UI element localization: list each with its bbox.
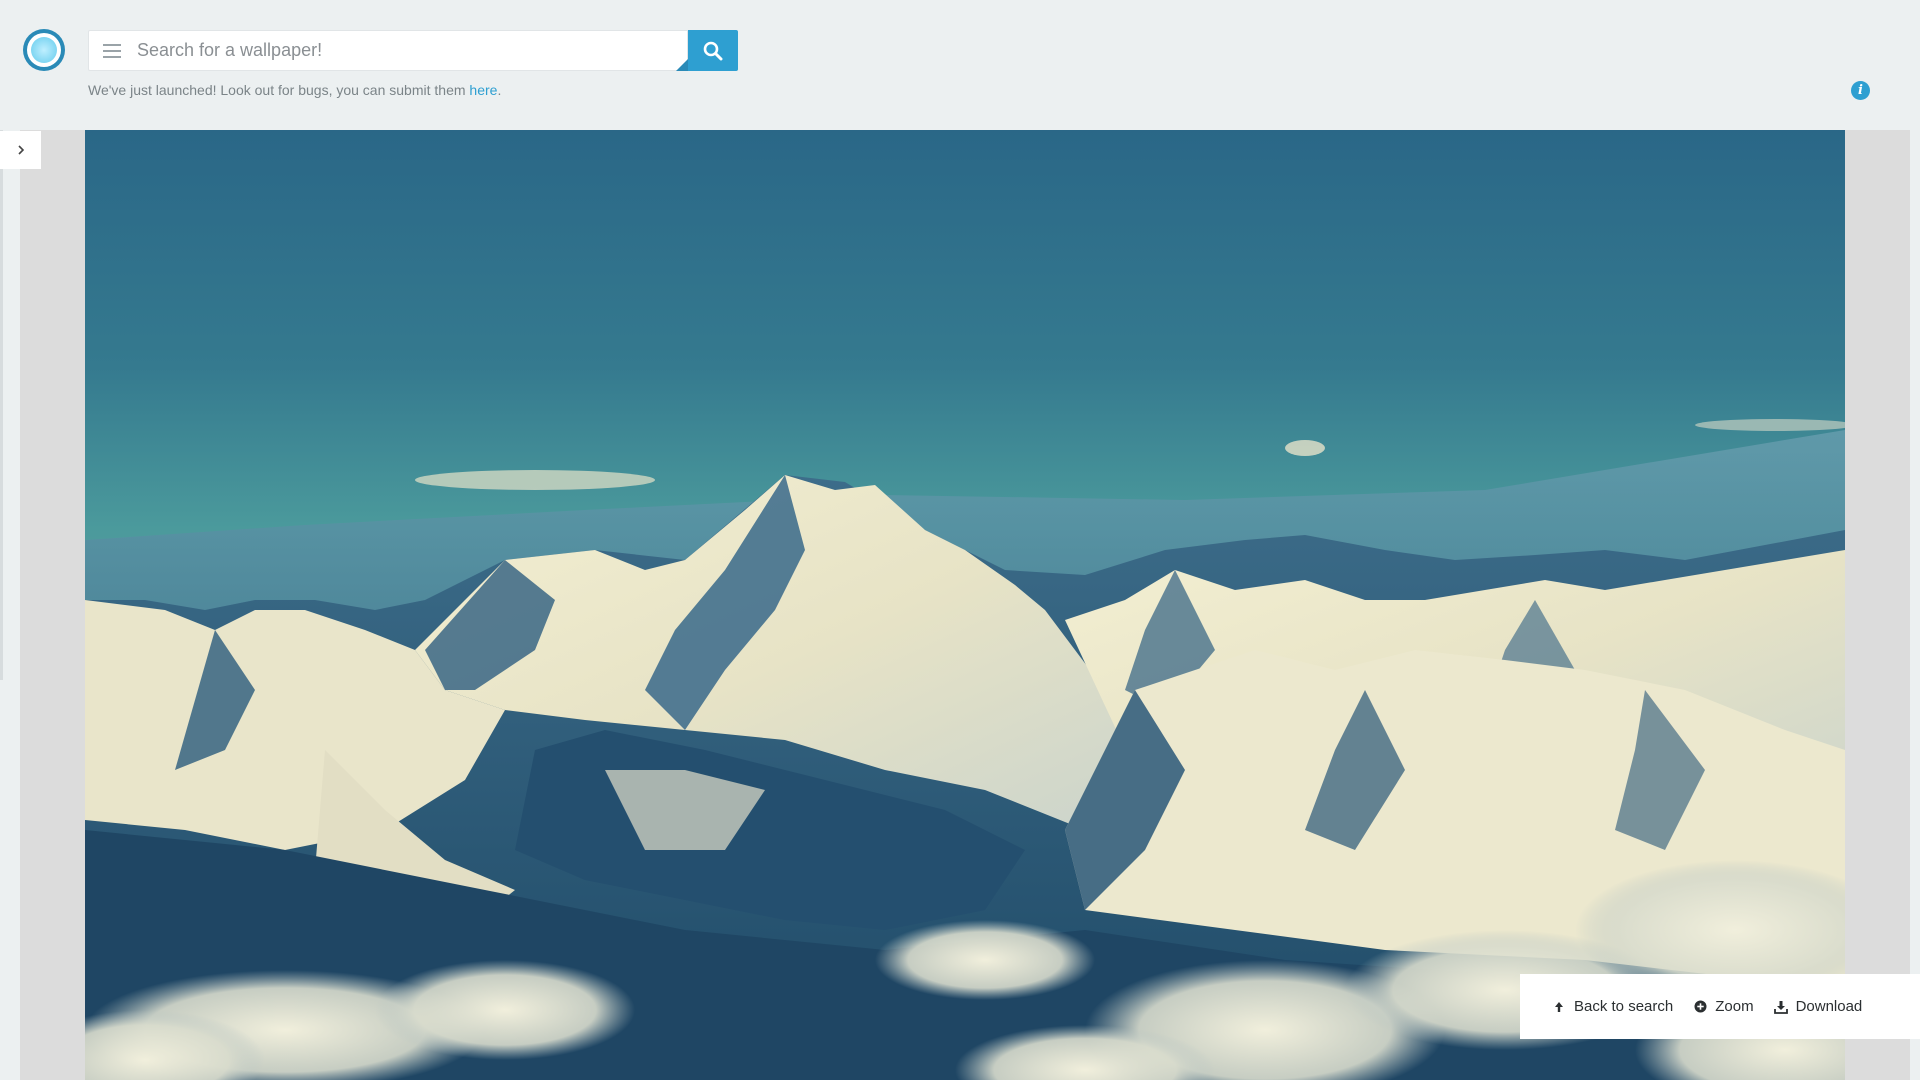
- logo-ring: [27, 33, 61, 67]
- search-corner-decoration: [676, 59, 688, 71]
- zoom-label: Zoom: [1715, 998, 1754, 1015]
- launch-notice-suffix: .: [497, 82, 502, 98]
- back-to-search-label: Back to search: [1574, 998, 1674, 1015]
- logo-core: [31, 37, 57, 63]
- search-input[interactable]: [135, 32, 675, 69]
- chevron-right-icon: [17, 145, 24, 155]
- menu-icon[interactable]: [103, 43, 121, 58]
- wallpaper-image[interactable]: [85, 130, 1845, 1080]
- download-label: Download: [1795, 998, 1863, 1015]
- sidebar-edge: [0, 130, 3, 680]
- image-action-bar: Back to search Zoom Download: [1520, 974, 1920, 1039]
- info-icon[interactable]: i: [1851, 81, 1870, 100]
- search-button[interactable]: [688, 30, 738, 71]
- search-bar: [88, 30, 738, 71]
- bug-report-link[interactable]: here: [469, 82, 497, 98]
- download-button[interactable]: Download: [1773, 998, 1863, 1015]
- download-icon: [1773, 1000, 1788, 1014]
- back-to-search-button[interactable]: Back to search: [1552, 998, 1673, 1015]
- arrow-up-icon: [1552, 1000, 1566, 1014]
- search-icon: [703, 41, 723, 60]
- launch-notice-text: We've just launched! Look out for bugs, …: [88, 82, 470, 98]
- launch-notice: We've just launched! Look out for bugs, …: [88, 82, 501, 98]
- zoom-plus-icon: [1693, 1000, 1707, 1014]
- header: We've just launched! Look out for bugs, …: [0, 0, 1920, 130]
- sidebar-toggle-button[interactable]: [0, 131, 41, 169]
- zoom-button[interactable]: Zoom: [1693, 998, 1754, 1015]
- search-box: [88, 30, 688, 71]
- logo-icon[interactable]: [23, 29, 65, 71]
